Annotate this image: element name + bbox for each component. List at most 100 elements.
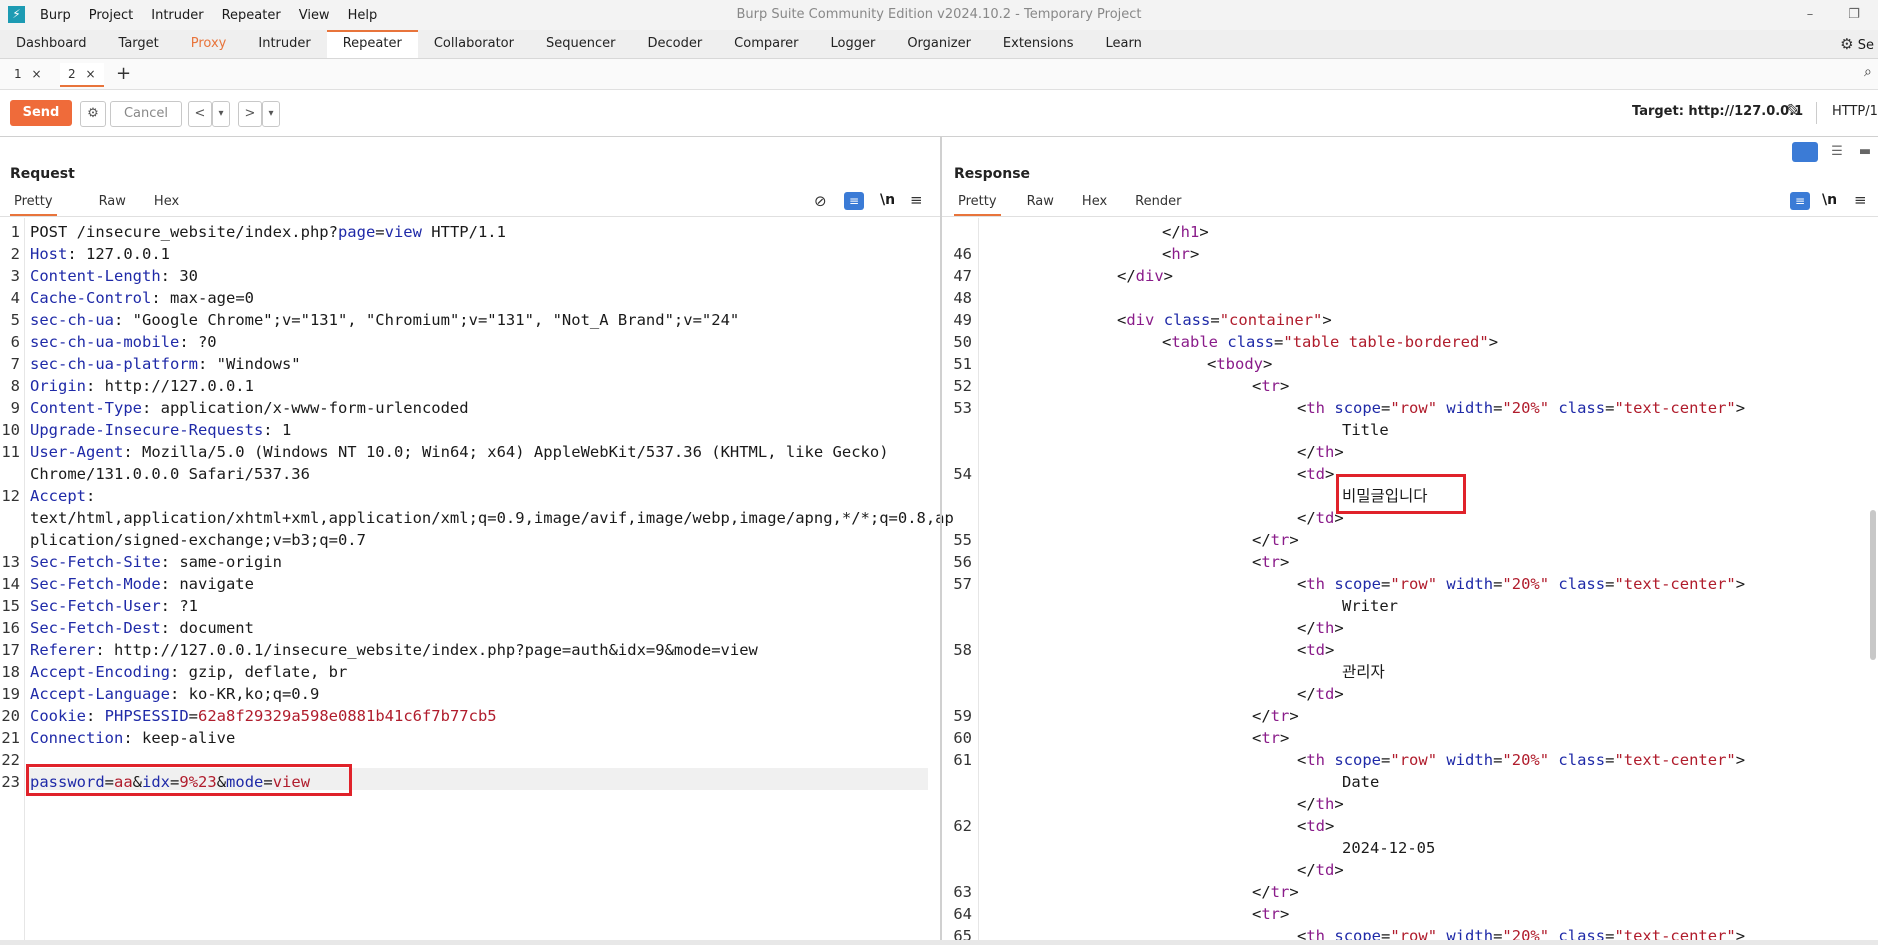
response-editor[interactable]: </h1> 46 <hr> 47 </div> 48 49 <div class="conta… <box>942 217 1868 945</box>
tab-collaborator[interactable]: Collaborator <box>418 30 530 58</box>
request-tab-hex[interactable]: Hex <box>154 191 179 213</box>
layout-tabs-icon[interactable]: ▬ <box>1852 142 1878 162</box>
tab-organizer[interactable]: Organizer <box>891 30 987 58</box>
settings-gear-button[interactable]: ⚙ <box>80 101 106 127</box>
gear-icon: ⚙ <box>1840 35 1854 53</box>
newline-toggle[interactable]: \n <box>880 192 895 208</box>
layout-side-by-side-icon[interactable] <box>1792 142 1818 162</box>
response-tab-hex[interactable]: Hex <box>1082 191 1107 213</box>
code-token: > <box>1334 619 1344 637</box>
request-editor[interactable]: 1 POST /insecure_website/index.php?page=v… <box>0 217 954 945</box>
menu-repeater[interactable]: Repeater <box>222 8 281 23</box>
code-token: : <box>86 707 105 725</box>
tab-proxy[interactable]: Proxy <box>175 30 243 58</box>
tab-extensions[interactable]: Extensions <box>987 30 1090 58</box>
search-icon[interactable]: ⌕ <box>1864 64 1872 80</box>
menu-burp[interactable]: Burp <box>40 8 71 23</box>
menu-intruder[interactable]: Intruder <box>151 8 203 23</box>
response-tab-raw[interactable]: Raw <box>1027 191 1054 213</box>
code-line: <td> <box>1297 463 1334 485</box>
tab-repeater[interactable]: Repeater <box>326 30 418 58</box>
code-line: password=aa&idx=9%23&mode=view <box>30 771 310 793</box>
cancel-button[interactable]: Cancel <box>110 101 182 127</box>
code-token: : navigate <box>160 575 254 593</box>
code-line: </tr> <box>1252 529 1299 551</box>
code-token: sec-ch-ua-platform <box>30 355 198 373</box>
response-tab-pretty[interactable]: Pretty <box>954 191 1001 216</box>
response-scrollbar[interactable] <box>1870 510 1876 660</box>
forward-dropdown[interactable]: ▾ <box>262 101 280 127</box>
code-token: "table table-bordered" <box>1283 333 1489 351</box>
code-token: </ <box>1297 443 1316 461</box>
request-tab-pretty[interactable]: Pretty <box>10 191 57 216</box>
code-line: </td> <box>1297 859 1344 881</box>
code-token: </ <box>1162 223 1181 241</box>
send-button[interactable]: Send <box>10 100 72 126</box>
code-line: plication/signed-exchange;v=b3;q=0.7 <box>30 529 366 551</box>
minimize-icon[interactable]: – <box>1790 0 1830 30</box>
hide-nonprintable-icon[interactable]: ⊘ <box>814 192 827 210</box>
tab-comparer[interactable]: Comparer <box>718 30 814 58</box>
code-line: <table class="table table-bordered"> <box>1162 331 1498 353</box>
http-version-button[interactable]: HTTP/1 <box>1832 104 1878 119</box>
code-line: Sec-Fetch-User: ?1 <box>30 595 198 617</box>
code-line: User-Agent: Mozilla/5.0 (Windows NT 10.0… <box>30 441 889 463</box>
code-line: <tr> <box>1252 903 1289 925</box>
newline-toggle[interactable]: \n <box>1822 192 1837 208</box>
layout-stacked-icon[interactable]: ☰ <box>1824 142 1850 162</box>
code-line: Sec-Fetch-Dest: document <box>30 617 254 639</box>
code-line: <td> <box>1297 815 1334 837</box>
tab-dashboard[interactable]: Dashboard <box>0 30 103 58</box>
divider <box>1816 102 1817 124</box>
code-token: td <box>1306 465 1326 483</box>
code-token: "text-center" <box>1614 399 1736 417</box>
close-icon[interactable]: × <box>85 67 95 81</box>
line-number: 18 <box>1 663 20 681</box>
request-tab-raw[interactable]: Raw <box>99 191 126 213</box>
code-token: > <box>1325 641 1335 659</box>
tab-sequencer[interactable]: Sequencer <box>530 30 631 58</box>
line-number: 53 <box>953 399 972 417</box>
line-number: 9 <box>10 399 20 417</box>
wrap-lines-icon[interactable]: ≡ <box>844 192 864 210</box>
code-token: > <box>1334 795 1344 813</box>
repeater-tab-2[interactable]: 2 × <box>60 63 104 87</box>
tab-learn[interactable]: Learn <box>1090 30 1158 58</box>
tab-logger[interactable]: Logger <box>815 30 892 58</box>
code-token: 비밀글입니다 <box>1342 487 1428 505</box>
code-token: Chrome/131.0.0.0 Safari/537.36 <box>30 465 310 483</box>
code-token: : 127.0.0.1 <box>67 245 170 263</box>
code-token: > <box>1325 817 1335 835</box>
menu-help[interactable]: Help <box>348 8 378 23</box>
line-number: 21 <box>1 729 20 747</box>
line-number: 50 <box>953 333 972 351</box>
code-token: = <box>1381 575 1391 593</box>
tab-target[interactable]: Target <box>103 30 175 58</box>
code-token: : 30 <box>160 267 198 285</box>
edit-target-icon[interactable]: ✎ <box>1786 101 1800 121</box>
response-tab-render[interactable]: Render <box>1135 191 1181 213</box>
response-menu-icon[interactable]: ≡ <box>1854 191 1867 209</box>
wrap-lines-icon[interactable]: ≡ <box>1790 192 1810 210</box>
tab-decoder[interactable]: Decoder <box>631 30 718 58</box>
tab-intruder[interactable]: Intruder <box>242 30 326 58</box>
close-icon[interactable]: × <box>31 67 41 81</box>
code-line: <tr> <box>1252 551 1289 573</box>
request-view-tabs: Pretty Raw Hex <box>10 191 207 216</box>
repeater-tab-1[interactable]: 1 × <box>6 63 50 85</box>
menu-view[interactable]: View <box>299 8 330 23</box>
menu-project[interactable]: Project <box>89 8 133 23</box>
back-button[interactable]: < <box>188 101 212 127</box>
line-number: 55 <box>953 531 972 549</box>
add-tab-icon[interactable]: + <box>116 63 131 85</box>
code-token: text/html,application/xhtml+xml,applicat… <box>30 509 954 527</box>
settings-button[interactable]: ⚙ Se <box>1840 30 1878 58</box>
back-dropdown[interactable]: ▾ <box>212 101 230 127</box>
code-token: width <box>1446 751 1494 769</box>
request-menu-icon[interactable]: ≡ <box>910 191 923 209</box>
forward-button[interactable]: > <box>238 101 262 127</box>
code-line: Content-Length: 30 <box>30 265 198 287</box>
code-token: > <box>1334 861 1344 879</box>
restore-icon[interactable]: ❐ <box>1834 0 1874 30</box>
code-line: <div class="container"> <box>1117 309 1332 331</box>
